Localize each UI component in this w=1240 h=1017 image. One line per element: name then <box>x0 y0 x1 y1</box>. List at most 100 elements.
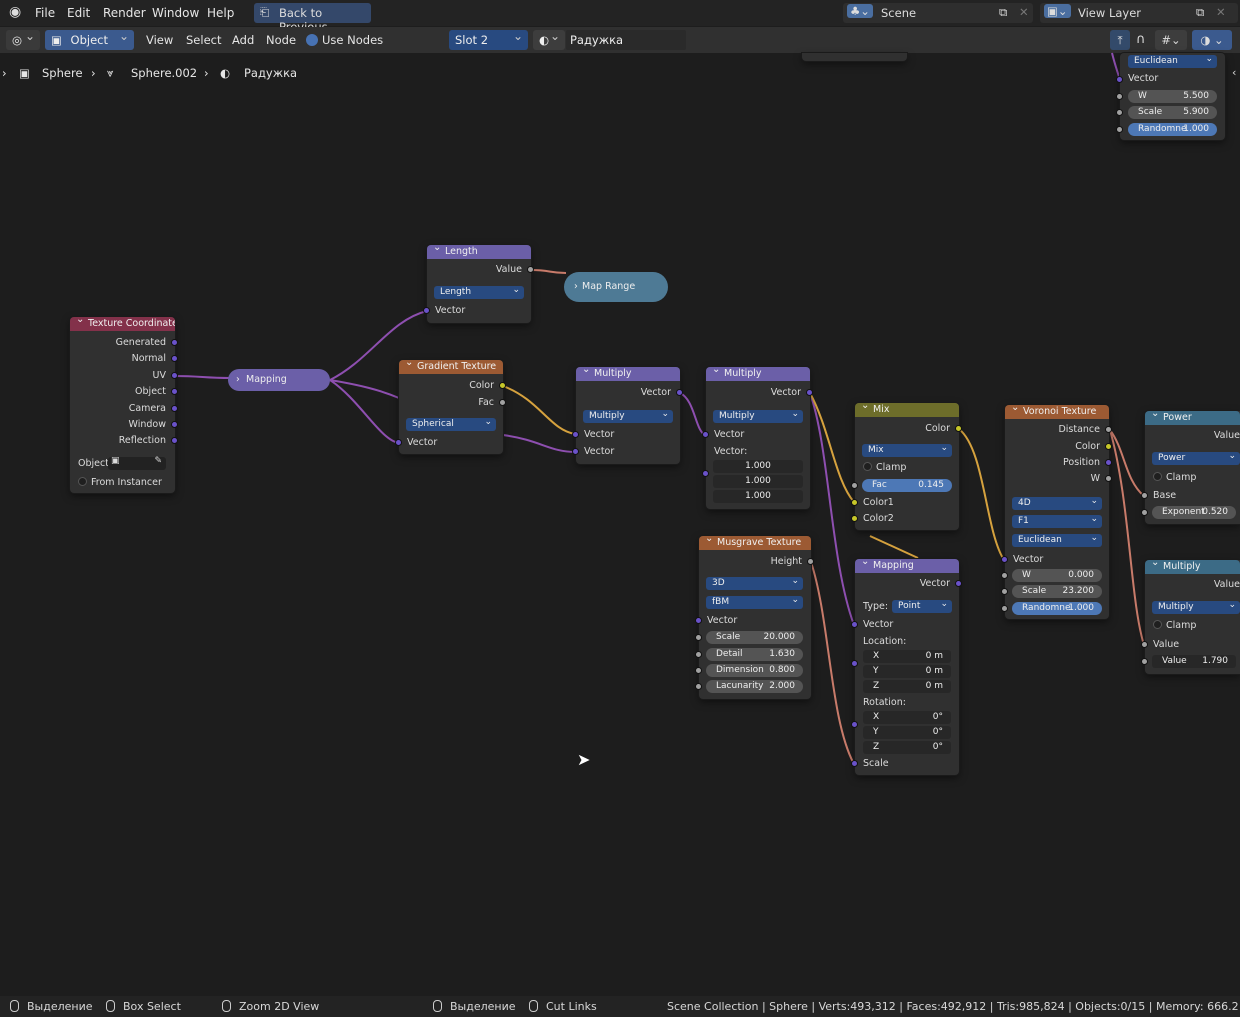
musgrave-dimensions-dropdown[interactable]: 3D <box>706 575 803 590</box>
socket[interactable] <box>572 431 579 438</box>
breadcrumb-expand-icon[interactable]: › <box>2 66 7 80</box>
close-view-layer-icon[interactable]: ✕ <box>1216 5 1226 19</box>
socket[interactable] <box>1105 443 1112 450</box>
clamp-checkbox[interactable]: Clamp <box>1145 471 1240 485</box>
node-partial-top[interactable] <box>802 53 907 61</box>
menu-render[interactable]: Render <box>103 6 146 20</box>
multiply-operation-dropdown[interactable]: Multiply <box>583 408 673 423</box>
socket[interactable] <box>1001 605 1008 612</box>
material-browse-dropdown[interactable]: ◐ <box>533 29 565 50</box>
voronoi-scale-field[interactable]: Scale 23.200 <box>1012 585 1102 598</box>
socket[interactable] <box>171 421 178 428</box>
voronoi-metric-dropdown[interactable]: Euclidean <box>1012 532 1102 547</box>
socket[interactable] <box>423 307 430 314</box>
blender-logo-icon[interactable]: ◉ <box>9 4 21 20</box>
object-picker-field[interactable]: ▣ ✎ <box>108 456 166 470</box>
node-musgrave-texture[interactable]: Musgrave Texture Height 3D fBM Vector Sc… <box>695 536 814 699</box>
socket[interactable] <box>1001 588 1008 595</box>
socket[interactable] <box>1001 572 1008 579</box>
snap-grid-dropdown[interactable]: #⌄ <box>1155 30 1187 50</box>
socket[interactable] <box>171 372 178 379</box>
socket[interactable] <box>702 470 709 477</box>
location-x-field[interactable]: X0 m <box>863 650 951 663</box>
socket[interactable] <box>1116 109 1123 116</box>
location-y-field[interactable]: Y0 m <box>863 665 951 678</box>
from-instancer-checkbox[interactable]: From Instancer <box>70 476 175 490</box>
copy-scene-icon[interactable]: ⧉ <box>999 5 1007 20</box>
node-power[interactable]: Power Value Power Clamp Base Exponent0.5… <box>1141 411 1240 524</box>
voronoi-dimensions-dropdown[interactable]: 4D <box>1012 495 1102 510</box>
socket[interactable] <box>702 431 709 438</box>
exponent-field[interactable]: Exponent 0.520 <box>1152 506 1236 519</box>
node-header[interactable]: Gradient Texture <box>399 360 503 374</box>
socket[interactable] <box>695 617 702 624</box>
node-header[interactable]: Power <box>1145 411 1240 425</box>
socket[interactable] <box>171 339 178 346</box>
node-header[interactable]: Mix <box>855 403 959 417</box>
material-name-field[interactable]: Радужка <box>566 30 686 50</box>
socket[interactable] <box>676 389 683 396</box>
node-header[interactable]: Multiply <box>576 367 680 381</box>
node-header[interactable]: Multiply <box>706 367 810 381</box>
clamp-checkbox[interactable]: Clamp <box>855 461 959 475</box>
expand-icon[interactable]: › <box>236 369 240 391</box>
scene-selector[interactable]: ♣⌄ Scene ⧉ ✕ <box>843 3 1033 23</box>
socket[interactable] <box>1141 492 1148 499</box>
voronoi-random-field[interactable]: Randomne 1.000 <box>1012 602 1102 615</box>
socket[interactable] <box>851 621 858 628</box>
socket[interactable] <box>1001 556 1008 563</box>
menu-view[interactable]: View <box>146 33 173 47</box>
node-map-range-collapsed[interactable]: › Map Range <box>564 272 668 302</box>
menu-file[interactable]: File <box>35 6 55 20</box>
socket[interactable] <box>695 634 702 641</box>
socket[interactable] <box>851 499 858 506</box>
socket[interactable] <box>807 558 814 565</box>
rotation-y-field[interactable]: Y 0° <box>863 726 951 739</box>
socket[interactable] <box>851 760 858 767</box>
menu-edit[interactable]: Edit <box>67 6 90 20</box>
multiply-operation-dropdown[interactable]: Multiply <box>713 408 803 423</box>
musgrave-detail-field[interactable]: Detail 1.630 <box>706 648 803 661</box>
musgrave-scale-field[interactable]: Scale 20.000 <box>706 631 803 644</box>
socket[interactable] <box>695 651 702 658</box>
node-header[interactable]: Multiply <box>1145 560 1240 574</box>
socket[interactable] <box>1116 126 1123 133</box>
node-header[interactable]: Length <box>427 245 531 259</box>
menu-select[interactable]: Select <box>186 33 221 47</box>
eyedropper-icon[interactable]: ✎ <box>154 456 162 466</box>
close-scene-icon[interactable]: ✕ <box>1019 5 1029 19</box>
socket[interactable] <box>851 660 858 667</box>
socket[interactable] <box>171 355 178 362</box>
socket[interactable] <box>499 382 506 389</box>
musgrave-type-dropdown[interactable]: fBM <box>706 594 803 609</box>
voronoi-w-field[interactable]: W 0.000 <box>1012 569 1102 582</box>
node-length[interactable]: Length Value Length Vector <box>423 245 534 323</box>
node-header[interactable]: Musgrave Texture <box>699 536 811 550</box>
node-header[interactable]: Voronoi Texture <box>1005 405 1109 419</box>
menu-help[interactable]: Help <box>207 6 234 20</box>
socket[interactable] <box>955 580 962 587</box>
rotation-z-field[interactable]: Z 0° <box>863 741 951 754</box>
menu-window[interactable]: Window <box>152 6 199 20</box>
node-texture-coordinate[interactable]: Texture Coordinate Generated Normal UV O… <box>70 317 178 493</box>
gradient-type-dropdown[interactable]: Spherical <box>406 416 496 431</box>
rotation-x-field[interactable]: X 0° <box>863 711 951 724</box>
node-mapping-collapsed[interactable]: › Mapping <box>228 369 330 391</box>
socket[interactable] <box>695 683 702 690</box>
vector-x-field[interactable]: 1.000 <box>713 460 803 473</box>
node-header[interactable]: Texture Coordinate <box>70 317 175 331</box>
musgrave-dimension-field[interactable]: Dimension 0.800 <box>706 664 803 677</box>
node-math-multiply[interactable]: Multiply Value Multiply Clamp Value Valu… <box>1141 560 1240 674</box>
power-operation-dropdown[interactable]: Power <box>1152 450 1240 465</box>
editor-type-dropdown[interactable]: ◎ <box>6 29 40 50</box>
use-nodes-checkbox[interactable] <box>306 34 318 46</box>
socket[interactable] <box>1105 426 1112 433</box>
vector-y-field[interactable]: 1.000 <box>713 475 803 488</box>
voronoi-feature-dropdown[interactable]: F1 <box>1012 513 1102 528</box>
sidebar-toggle-icon[interactable]: ‹ <box>1232 66 1236 79</box>
socket[interactable] <box>171 388 178 395</box>
socket[interactable] <box>1105 459 1112 466</box>
slot-dropdown[interactable]: Slot 2 <box>449 29 528 50</box>
socket[interactable] <box>1105 475 1112 482</box>
node-header[interactable]: Mapping <box>855 559 959 573</box>
